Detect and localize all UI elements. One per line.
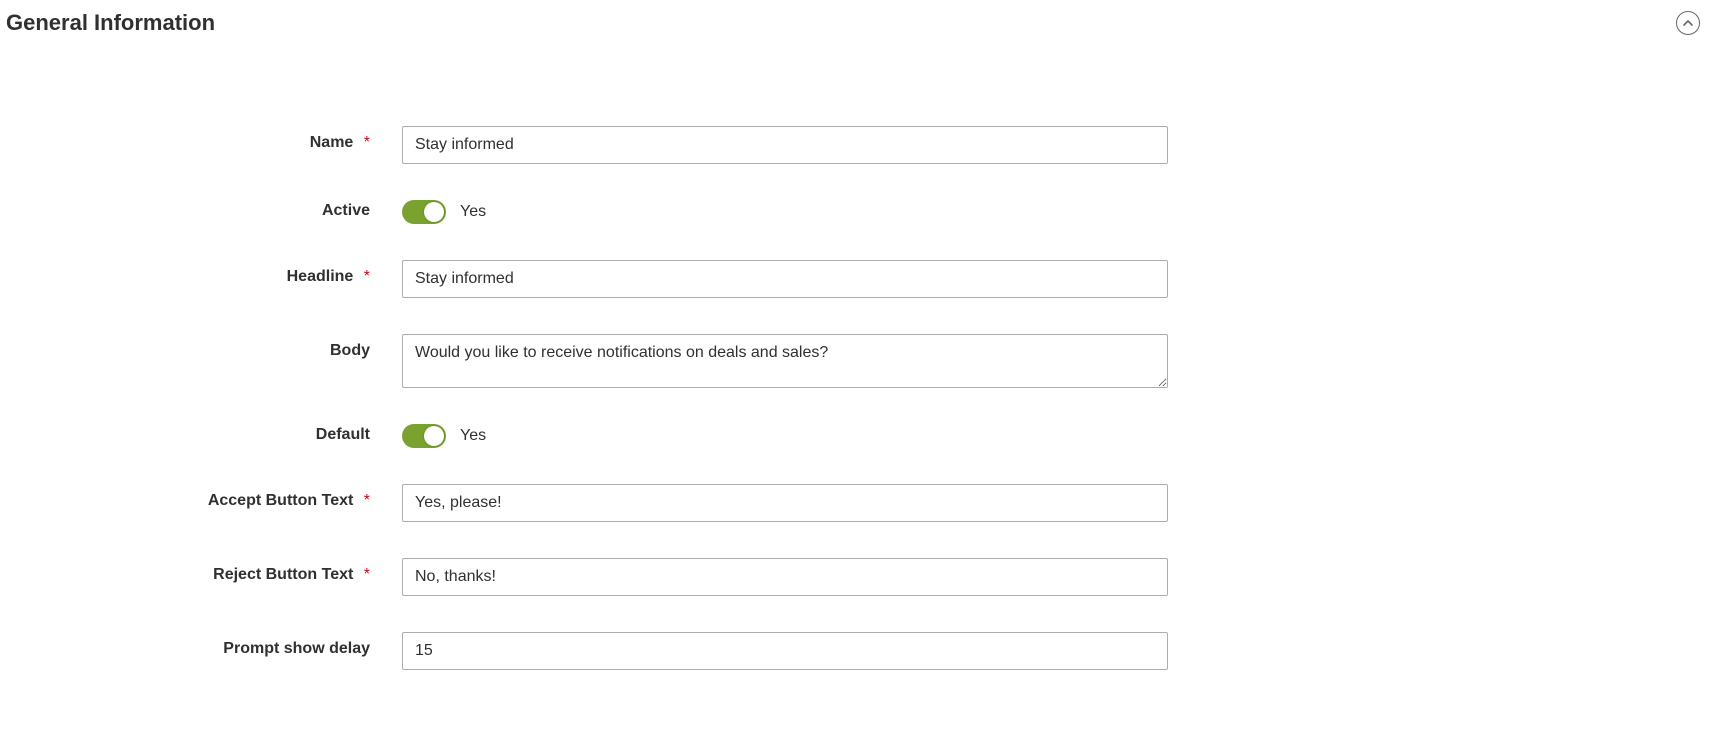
required-mark: * [364, 268, 370, 285]
section-header[interactable]: General Information [0, 0, 1718, 46]
row-accept-button-text: Accept Button Text * [0, 484, 1718, 522]
label-name: Name * [0, 126, 402, 152]
label-text: Active [322, 202, 370, 219]
active-toggle[interactable] [402, 200, 446, 224]
section-title: General Information [0, 10, 215, 36]
active-toggle-label: Yes [460, 203, 486, 221]
row-default: Default Yes [0, 424, 1718, 448]
collapse-toggle-button[interactable] [1676, 11, 1700, 35]
name-input[interactable] [402, 126, 1168, 164]
row-name: Name * [0, 126, 1718, 164]
default-toggle-label: Yes [460, 427, 486, 445]
label-text: Headline [287, 268, 354, 285]
label-text: Prompt show delay [223, 640, 370, 657]
row-prompt-show-delay: Prompt show delay [0, 632, 1718, 670]
body-textarea[interactable] [402, 334, 1168, 388]
headline-input[interactable] [402, 260, 1168, 298]
label-text: Accept Button Text [208, 492, 353, 509]
label-text: Name [310, 134, 354, 151]
form-area: Name * Active Yes Headline * Body [0, 46, 1718, 670]
required-mark: * [364, 492, 370, 509]
toggle-knob [424, 202, 444, 222]
label-text: Reject Button Text [213, 566, 353, 583]
label-default: Default [0, 424, 402, 444]
required-mark: * [364, 134, 370, 151]
label-active: Active [0, 200, 402, 220]
label-body: Body [0, 334, 402, 360]
label-text: Default [316, 426, 370, 443]
row-reject-button-text: Reject Button Text * [0, 558, 1718, 596]
accept-button-text-input[interactable] [402, 484, 1168, 522]
required-mark: * [364, 566, 370, 583]
row-active: Active Yes [0, 200, 1718, 224]
label-headline: Headline * [0, 260, 402, 286]
default-toggle[interactable] [402, 424, 446, 448]
label-accept-button-text: Accept Button Text * [0, 484, 402, 510]
chevron-up-icon [1683, 18, 1693, 28]
reject-button-text-input[interactable] [402, 558, 1168, 596]
label-prompt-show-delay: Prompt show delay [0, 632, 402, 658]
prompt-show-delay-input[interactable] [402, 632, 1168, 670]
row-headline: Headline * [0, 260, 1718, 298]
label-reject-button-text: Reject Button Text * [0, 558, 402, 584]
toggle-knob [424, 426, 444, 446]
row-body: Body [0, 334, 1718, 388]
label-text: Body [330, 342, 370, 359]
